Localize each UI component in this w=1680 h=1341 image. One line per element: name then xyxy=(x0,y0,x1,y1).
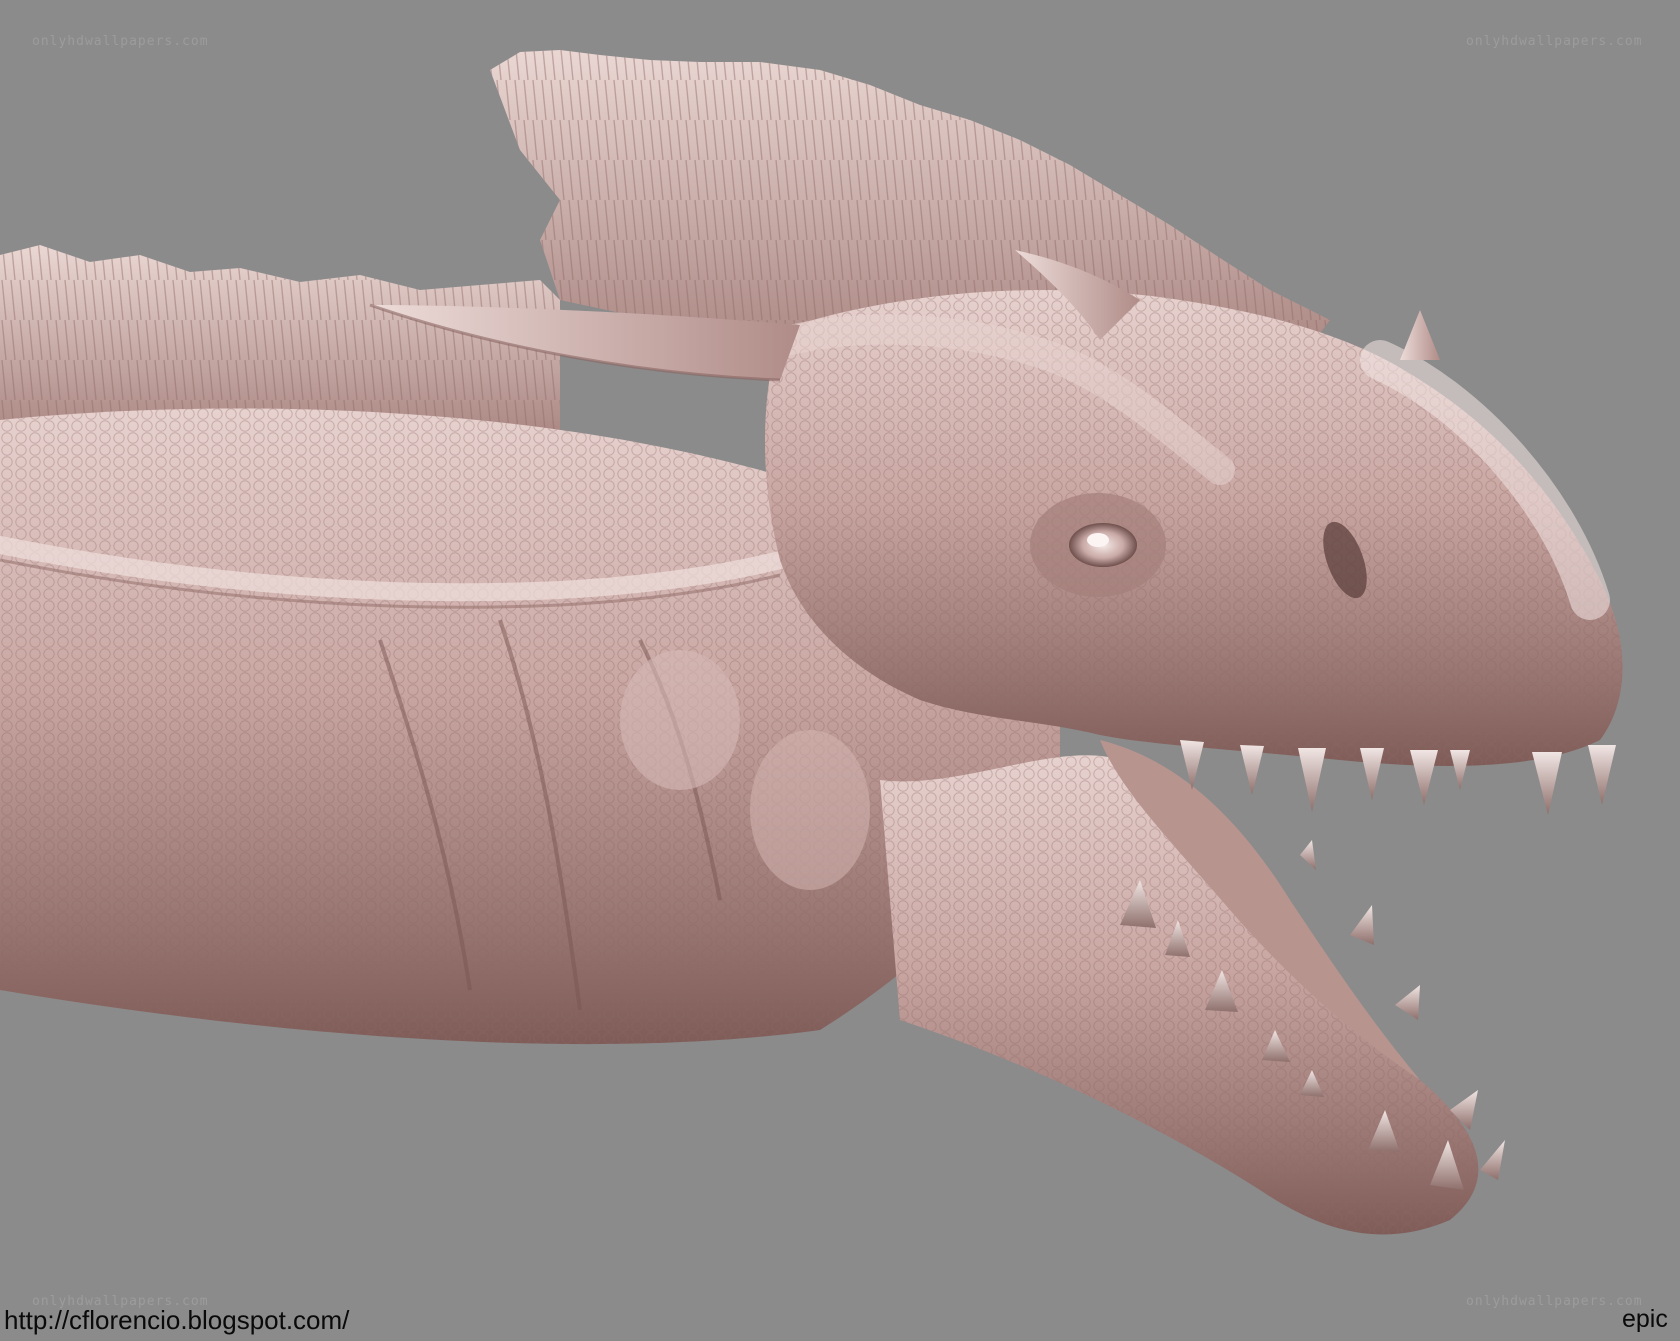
watermark-top-right: onlyhdwallpapers.com xyxy=(1466,34,1643,49)
wallpaper-canvas: onlyhdwallpapers.com onlyhdwallpapers.co… xyxy=(0,0,1680,1341)
lower-jaw xyxy=(880,740,1479,1235)
dragon-render xyxy=(0,50,1623,1235)
dragon-eye xyxy=(1030,493,1166,597)
watermark-top-left: onlyhdwallpapers.com xyxy=(32,34,209,49)
watermark-bottom-right: onlyhdwallpapers.com xyxy=(1466,1294,1643,1309)
source-url-caption: http://cflorencio.blogspot.com/ xyxy=(4,1305,350,1335)
tag-caption: epic xyxy=(1622,1305,1668,1333)
